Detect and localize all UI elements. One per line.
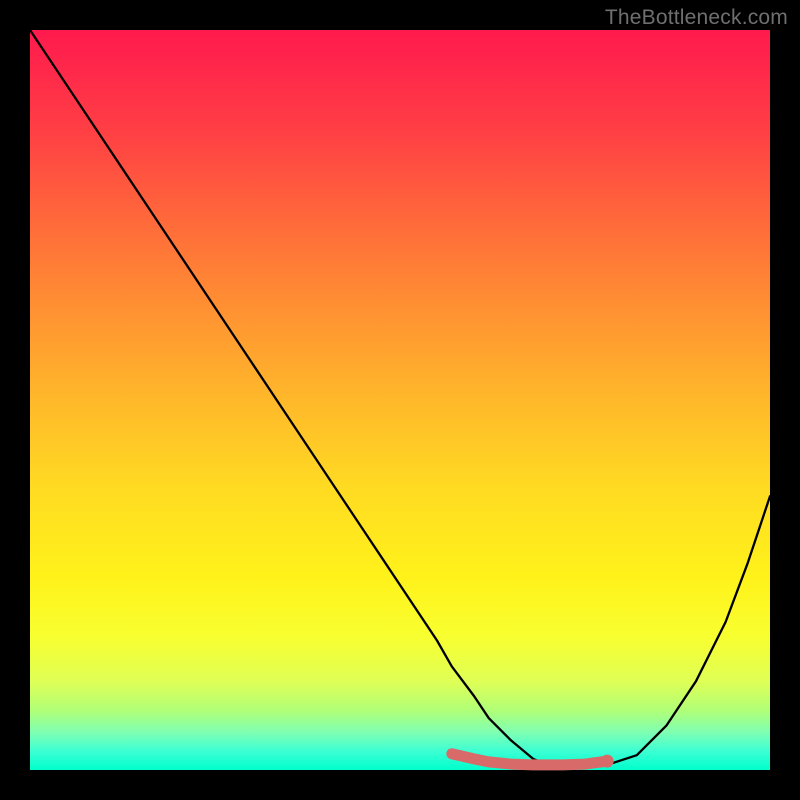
chart-frame: TheBottleneck.com [0,0,800,800]
plot-area [30,30,770,770]
curve-layer [30,30,770,770]
highlight-end-dot-icon [601,755,614,768]
bottleneck-curve [30,30,770,767]
watermark-text: TheBottleneck.com [605,6,788,30]
